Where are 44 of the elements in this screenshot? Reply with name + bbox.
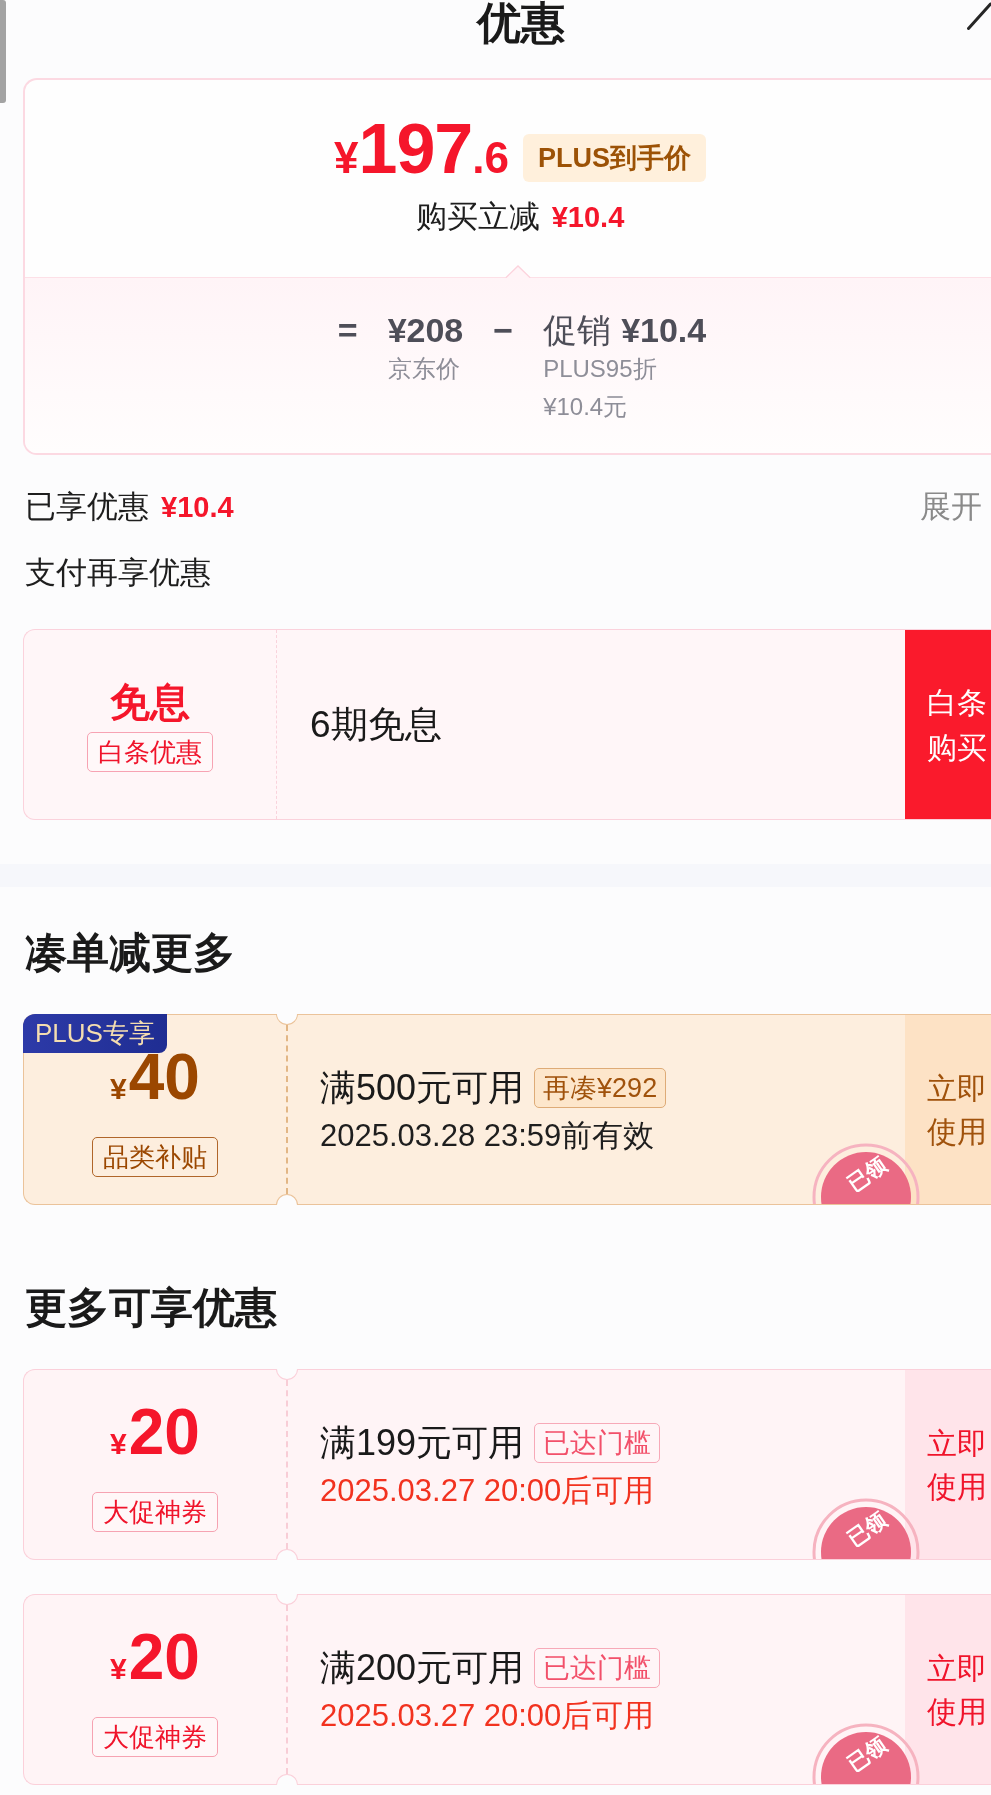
claimed-stamp: 已领 bbox=[812, 1721, 920, 1784]
coupon-condition: 满500元可用 bbox=[320, 1065, 525, 1110]
coupon-condition: 满199元可用 bbox=[320, 1420, 525, 1465]
section-title: 支付再享优惠 bbox=[25, 554, 211, 592]
final-price: ¥197.6 bbox=[334, 114, 509, 190]
condition-tag: 再凑¥292 bbox=[534, 1067, 667, 1108]
coupon-tag: 大促神券 bbox=[92, 1492, 218, 1532]
section-title: 更多可享优惠 bbox=[25, 1283, 277, 1333]
price-badge: PLUS到手价 bbox=[523, 134, 706, 182]
coupon-tag: 大促神券 bbox=[92, 1717, 218, 1757]
savings-amount: ¥10.4 bbox=[161, 490, 234, 525]
claimed-stamp: 已领 bbox=[812, 1496, 920, 1559]
offer-tag: 白条优惠 bbox=[87, 731, 213, 772]
close-icon[interactable] bbox=[967, 2, 991, 30]
reduction-label: 购买立减 bbox=[415, 198, 540, 235]
condition-tag: 已达门槛 bbox=[534, 1422, 661, 1463]
base-price: ¥208 bbox=[387, 310, 464, 350]
minus-sign: − bbox=[493, 310, 514, 350]
promo-detail: ¥10.4元 bbox=[543, 392, 628, 422]
coupon-validity: 2025.03.28 23:59前有效 bbox=[320, 1116, 655, 1155]
claimed-stamp: 已领 bbox=[812, 1141, 920, 1204]
base-price-label: 京东价 bbox=[387, 354, 460, 384]
promo-detail: PLUS95折 bbox=[543, 354, 657, 384]
savings-label: 已享优惠 bbox=[25, 488, 149, 526]
offer-headline: 免息 bbox=[110, 678, 190, 726]
use-now-button[interactable]: 立即使用 bbox=[905, 1370, 991, 1559]
coupon-validity: 2025.03.27 20:00后可用 bbox=[320, 1696, 655, 1735]
promo-label: 促销 bbox=[543, 310, 612, 350]
use-now-button[interactable]: 立即使用 bbox=[905, 1015, 991, 1204]
equals-sign: = bbox=[337, 310, 358, 350]
coupon-condition: 满200元可用 bbox=[320, 1645, 525, 1690]
condition-tag: 已达门槛 bbox=[534, 1647, 661, 1688]
section-title: 凑单减更多 bbox=[25, 928, 235, 978]
promo-amount: ¥10.4 bbox=[621, 310, 707, 350]
offer-description: 6期免息 bbox=[310, 702, 442, 747]
coupon-validity: 2025.03.27 20:00后可用 bbox=[320, 1471, 655, 1510]
reduction-amount: ¥10.4 bbox=[551, 200, 625, 235]
use-now-button[interactable]: 立即使用 bbox=[905, 1595, 991, 1784]
coupon-amount: ¥20 bbox=[110, 1397, 200, 1470]
baitiao-buy-button[interactable]: 白条购买 bbox=[905, 630, 991, 819]
coupon-tag: 品类补贴 bbox=[92, 1137, 218, 1177]
coupon-amount: ¥20 bbox=[110, 1622, 200, 1695]
expand-button[interactable]: 展开 bbox=[920, 485, 982, 529]
sheet-title: 优惠 bbox=[476, 0, 565, 46]
